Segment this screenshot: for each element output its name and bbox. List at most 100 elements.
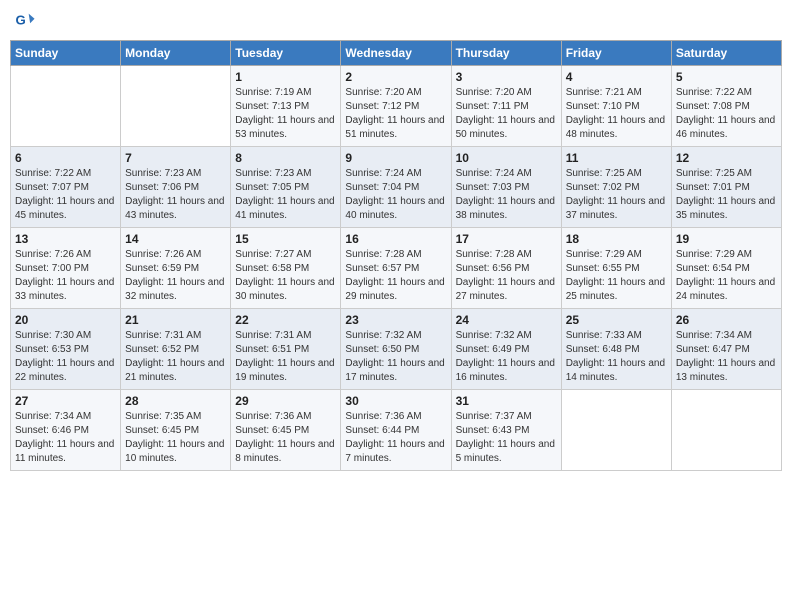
day-number: 27 xyxy=(15,394,116,408)
day-info: Sunrise: 7:26 AMSunset: 7:00 PMDaylight:… xyxy=(15,248,116,304)
calendar-cell: 30Sunrise: 7:36 AMSunset: 6:44 PMDayligh… xyxy=(341,390,451,471)
calendar-week-row: 6 Sunrise: 7:22 AMSunset: 7:07 PMDaylight… xyxy=(11,147,782,228)
calendar-cell: 18 Sunrise: 7:29 AMSunset: 6:55 PMDayligh… xyxy=(561,228,671,309)
calendar-week-row: 27 Sunrise: 7:34 AMSunset: 6:46 PMDayligh… xyxy=(11,390,782,471)
day-number: 5 xyxy=(676,70,777,84)
calendar-table: SundayMondayTuesdayWednesdayThursdayFrid… xyxy=(10,40,782,471)
header-day: Wednesday xyxy=(341,41,451,66)
day-info: Sunrise: 7:31 AMSunset: 6:52 PMDaylight:… xyxy=(125,329,226,385)
day-number: 1 xyxy=(235,70,336,84)
calendar-cell: 24 Sunrise: 7:32 AMSunset: 6:49 PMDayligh… xyxy=(451,309,561,390)
day-info: Sunrise: 7:24 AMSunset: 7:04 PMDaylight:… xyxy=(345,167,446,223)
day-info: Sunrise: 7:26 AMSunset: 6:59 PMDaylight:… xyxy=(125,248,226,304)
header-day: Tuesday xyxy=(231,41,341,66)
day-info: Sunrise: 7:29 AMSunset: 6:55 PMDaylight:… xyxy=(566,248,667,304)
calendar-cell: 14 Sunrise: 7:26 AMSunset: 6:59 PMDayligh… xyxy=(121,228,231,309)
day-number: 8 xyxy=(235,151,336,165)
header-day: Saturday xyxy=(671,41,781,66)
day-number: 26 xyxy=(676,313,777,327)
page-header: G xyxy=(10,10,782,32)
day-number: 20 xyxy=(15,313,116,327)
day-number: 29 xyxy=(235,394,336,408)
day-info: Sunrise: 7:34 AMSunset: 6:46 PMDaylight:… xyxy=(15,410,116,466)
day-info: Sunrise: 7:21 AMSunset: 7:10 PMDaylight:… xyxy=(566,86,667,142)
svg-text:G: G xyxy=(15,13,25,28)
calendar-cell: 19Sunrise: 7:29 AMSunset: 6:54 PMDayligh… xyxy=(671,228,781,309)
day-info: Sunrise: 7:27 AMSunset: 6:58 PMDaylight:… xyxy=(235,248,336,304)
day-number: 17 xyxy=(456,232,557,246)
calendar-cell: 21 Sunrise: 7:31 AMSunset: 6:52 PMDayligh… xyxy=(121,309,231,390)
day-info: Sunrise: 7:30 AMSunset: 6:53 PMDaylight:… xyxy=(15,329,116,385)
day-number: 18 xyxy=(566,232,667,246)
calendar-cell: 9 Sunrise: 7:24 AMSunset: 7:04 PMDaylight… xyxy=(341,147,451,228)
day-number: 16 xyxy=(345,232,446,246)
day-number: 6 xyxy=(15,151,116,165)
calendar-cell: 15Sunrise: 7:27 AMSunset: 6:58 PMDayligh… xyxy=(231,228,341,309)
calendar-cell: 1Sunrise: 7:19 AMSunset: 7:13 PMDaylight… xyxy=(231,66,341,147)
day-number: 11 xyxy=(566,151,667,165)
day-info: Sunrise: 7:25 AMSunset: 7:01 PMDaylight:… xyxy=(676,167,777,223)
day-info: Sunrise: 7:32 AMSunset: 6:49 PMDaylight:… xyxy=(456,329,557,385)
calendar-cell xyxy=(121,66,231,147)
day-info: Sunrise: 7:20 AMSunset: 7:11 PMDaylight:… xyxy=(456,86,557,142)
calendar-cell: 6 Sunrise: 7:22 AMSunset: 7:07 PMDaylight… xyxy=(11,147,121,228)
day-number: 4 xyxy=(566,70,667,84)
day-info: Sunrise: 7:24 AMSunset: 7:03 PMDaylight:… xyxy=(456,167,557,223)
calendar-cell: 16 Sunrise: 7:28 AMSunset: 6:57 PMDayligh… xyxy=(341,228,451,309)
calendar-week-row: 1Sunrise: 7:19 AMSunset: 7:13 PMDaylight… xyxy=(11,66,782,147)
day-number: 9 xyxy=(345,151,446,165)
day-number: 14 xyxy=(125,232,226,246)
day-number: 22 xyxy=(235,313,336,327)
calendar-cell: 31 Sunrise: 7:37 AMSunset: 6:43 PMDayligh… xyxy=(451,390,561,471)
calendar-cell: 22Sunrise: 7:31 AMSunset: 6:51 PMDayligh… xyxy=(231,309,341,390)
calendar-cell xyxy=(561,390,671,471)
calendar-cell: 20 Sunrise: 7:30 AMSunset: 6:53 PMDayligh… xyxy=(11,309,121,390)
day-number: 2 xyxy=(345,70,446,84)
calendar-week-row: 20 Sunrise: 7:30 AMSunset: 6:53 PMDayligh… xyxy=(11,309,782,390)
day-info: Sunrise: 7:28 AMSunset: 6:56 PMDaylight:… xyxy=(456,248,557,304)
day-number: 30 xyxy=(345,394,446,408)
calendar-cell: 29 Sunrise: 7:36 AMSunset: 6:45 PMDayligh… xyxy=(231,390,341,471)
calendar-cell: 25Sunrise: 7:33 AMSunset: 6:48 PMDayligh… xyxy=(561,309,671,390)
calendar-cell: 8Sunrise: 7:23 AMSunset: 7:05 PMDaylight… xyxy=(231,147,341,228)
calendar-cell: 12 Sunrise: 7:25 AMSunset: 7:01 PMDayligh… xyxy=(671,147,781,228)
day-number: 31 xyxy=(456,394,557,408)
day-info: Sunrise: 7:25 AMSunset: 7:02 PMDaylight:… xyxy=(566,167,667,223)
day-number: 12 xyxy=(676,151,777,165)
header-row: SundayMondayTuesdayWednesdayThursdayFrid… xyxy=(11,41,782,66)
day-info: Sunrise: 7:32 AMSunset: 6:50 PMDaylight:… xyxy=(345,329,446,385)
day-number: 23 xyxy=(345,313,446,327)
day-info: Sunrise: 7:23 AMSunset: 7:06 PMDaylight:… xyxy=(125,167,226,223)
calendar-cell: 23 Sunrise: 7:32 AMSunset: 6:50 PMDayligh… xyxy=(341,309,451,390)
day-info: Sunrise: 7:34 AMSunset: 6:47 PMDaylight:… xyxy=(676,329,777,385)
day-number: 21 xyxy=(125,313,226,327)
day-info: Sunrise: 7:37 AMSunset: 6:43 PMDaylight:… xyxy=(456,410,557,466)
calendar-cell: 13Sunrise: 7:26 AMSunset: 7:00 PMDayligh… xyxy=(11,228,121,309)
calendar-cell: 11 Sunrise: 7:25 AMSunset: 7:02 PMDayligh… xyxy=(561,147,671,228)
calendar-week-row: 13Sunrise: 7:26 AMSunset: 7:00 PMDayligh… xyxy=(11,228,782,309)
calendar-cell: 2 Sunrise: 7:20 AMSunset: 7:12 PMDaylight… xyxy=(341,66,451,147)
day-number: 24 xyxy=(456,313,557,327)
logo-icon: G xyxy=(14,10,36,32)
day-info: Sunrise: 7:29 AMSunset: 6:54 PMDaylight:… xyxy=(676,248,777,304)
day-info: Sunrise: 7:22 AMSunset: 7:07 PMDaylight:… xyxy=(15,167,116,223)
day-number: 25 xyxy=(566,313,667,327)
day-info: Sunrise: 7:36 AMSunset: 6:45 PMDaylight:… xyxy=(235,410,336,466)
calendar-cell: 28 Sunrise: 7:35 AMSunset: 6:45 PMDayligh… xyxy=(121,390,231,471)
calendar-cell: 3 Sunrise: 7:20 AMSunset: 7:11 PMDaylight… xyxy=(451,66,561,147)
day-info: Sunrise: 7:35 AMSunset: 6:45 PMDaylight:… xyxy=(125,410,226,466)
calendar-cell xyxy=(11,66,121,147)
day-info: Sunrise: 7:28 AMSunset: 6:57 PMDaylight:… xyxy=(345,248,446,304)
calendar-cell: 5 Sunrise: 7:22 AMSunset: 7:08 PMDaylight… xyxy=(671,66,781,147)
day-number: 28 xyxy=(125,394,226,408)
calendar-cell: 17 Sunrise: 7:28 AMSunset: 6:56 PMDayligh… xyxy=(451,228,561,309)
day-number: 3 xyxy=(456,70,557,84)
day-info: Sunrise: 7:22 AMSunset: 7:08 PMDaylight:… xyxy=(676,86,777,142)
calendar-cell: 4 Sunrise: 7:21 AMSunset: 7:10 PMDaylight… xyxy=(561,66,671,147)
calendar-cell: 10 Sunrise: 7:24 AMSunset: 7:03 PMDayligh… xyxy=(451,147,561,228)
day-number: 10 xyxy=(456,151,557,165)
header-day: Thursday xyxy=(451,41,561,66)
day-number: 7 xyxy=(125,151,226,165)
day-info: Sunrise: 7:20 AMSunset: 7:12 PMDaylight:… xyxy=(345,86,446,142)
logo: G xyxy=(14,10,38,32)
